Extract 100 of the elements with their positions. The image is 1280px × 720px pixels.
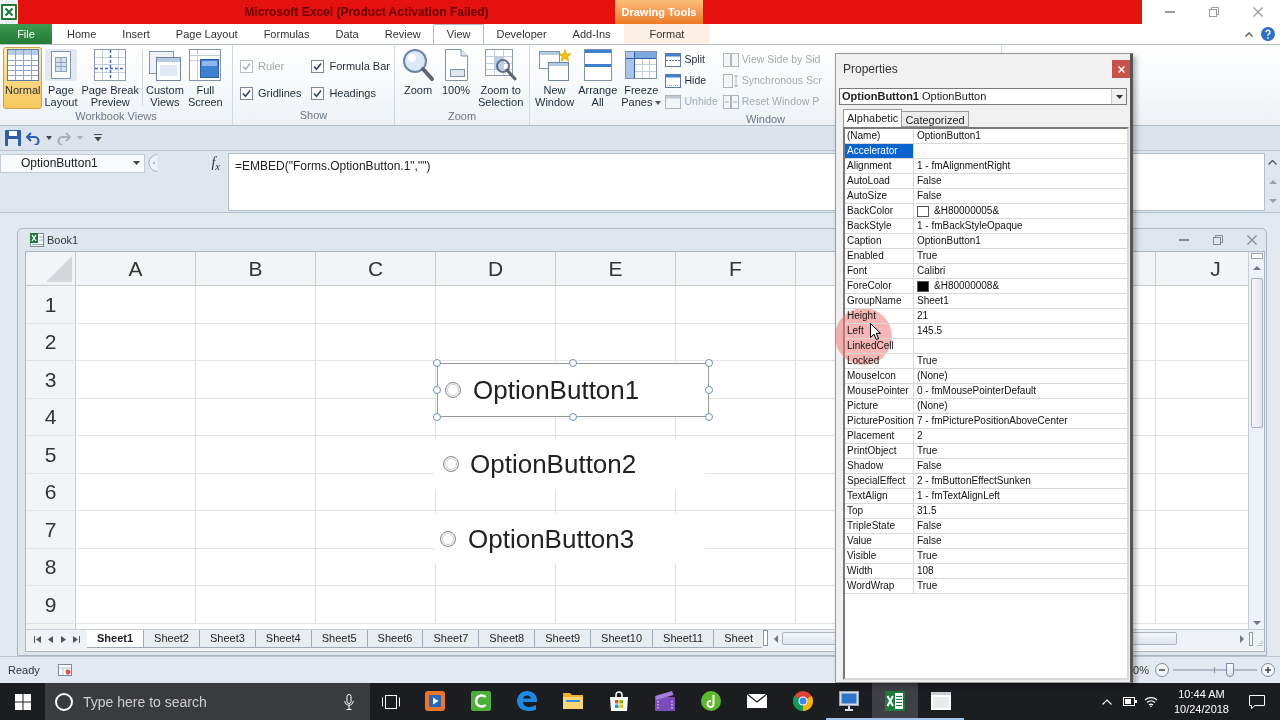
sheet-tab[interactable]: Sheet7 bbox=[422, 630, 480, 648]
scrollbar-thumb[interactable] bbox=[1250, 278, 1263, 428]
zoom-slider-track[interactable] bbox=[1173, 663, 1257, 677]
row-header[interactable]: 6 bbox=[26, 473, 76, 510]
sheet-tab[interactable]: Sheet1 bbox=[87, 630, 145, 648]
property-name[interactable]: AutoLoad bbox=[847, 174, 890, 188]
column-header[interactable]: D bbox=[436, 252, 556, 285]
scroll-left-arrow-icon[interactable] bbox=[774, 634, 778, 643]
property-name[interactable]: SpecialEffect bbox=[847, 474, 906, 488]
property-name[interactable]: TripleState bbox=[847, 519, 895, 533]
ribbon-button[interactable]: Page Layout bbox=[42, 47, 80, 109]
sheet-tab[interactable]: Sheet4 bbox=[254, 630, 312, 648]
resize-handle-icon[interactable] bbox=[433, 359, 441, 367]
ribbon-tab[interactable]: Formulas bbox=[250, 24, 323, 44]
column-header[interactable]: A bbox=[76, 252, 196, 285]
property-name[interactable]: (Name) bbox=[847, 129, 881, 143]
property-name[interactable]: MouseIcon bbox=[847, 369, 896, 383]
sheet-tab[interactable]: Sheet9 bbox=[534, 630, 592, 648]
column-header[interactable]: C bbox=[316, 252, 436, 285]
property-name[interactable]: Locked bbox=[847, 354, 880, 368]
ribbon-button[interactable]: Hide bbox=[665, 71, 718, 91]
property-value[interactable]: True bbox=[917, 249, 938, 263]
property-value[interactable]: 21 bbox=[917, 309, 929, 323]
property-name[interactable]: ForeColor bbox=[847, 279, 892, 293]
ribbon-tab[interactable]: Developer bbox=[483, 24, 560, 44]
property-name[interactable]: MousePointer bbox=[847, 384, 909, 398]
ribbon-button[interactable]: Split bbox=[665, 50, 718, 70]
sheet-tab[interactable]: Sheet3 bbox=[198, 630, 256, 648]
property-value[interactable]: False bbox=[917, 174, 942, 188]
property-value[interactable]: OptionButton1 bbox=[917, 234, 981, 248]
vertical-scrollbar[interactable] bbox=[1248, 252, 1264, 629]
property-value[interactable]: OptionButton1 bbox=[917, 129, 981, 143]
zoom-in-icon[interactable] bbox=[1261, 663, 1275, 677]
previous-arrow-icon[interactable] bbox=[46, 635, 54, 643]
ribbon-tab[interactable]: Format bbox=[623, 24, 711, 44]
property-value[interactable]: 145.5 bbox=[917, 324, 943, 338]
sheet-tab[interactable]: Sheet2 bbox=[143, 630, 200, 648]
ribbon-button[interactable]: Custom Views bbox=[143, 47, 186, 109]
sheet-tab[interactable]: Sheet8 bbox=[478, 630, 536, 648]
resize-grip-icon[interactable] bbox=[1249, 632, 1263, 646]
column-header[interactable]: F bbox=[676, 252, 796, 285]
first-arrow-icon[interactable] bbox=[33, 635, 41, 643]
ribbon-button[interactable]: 100% bbox=[438, 47, 474, 109]
property-name[interactable]: TextAlign bbox=[847, 489, 888, 503]
split-box-icon[interactable] bbox=[1250, 253, 1263, 259]
search-field[interactable]: Type here to search bbox=[83, 690, 313, 713]
microphone-icon[interactable] bbox=[344, 693, 354, 710]
sheet-tab[interactable]: Sheet6 bbox=[366, 630, 424, 648]
property-value[interactable]: False bbox=[917, 519, 942, 533]
checkbox-option[interactable]: Gridlines bbox=[240, 83, 302, 103]
property-name[interactable]: Enabled bbox=[847, 249, 884, 263]
property-name[interactable]: BackStyle bbox=[847, 219, 892, 233]
insert-function-button[interactable]: f$_{x}$ bbox=[211, 156, 220, 170]
panel-tab[interactable]: Alphabetic bbox=[843, 109, 903, 127]
scroll-down-arrow-icon[interactable] bbox=[1252, 621, 1261, 625]
property-value[interactable]: 7 - fmPicturePositionAboveCenter bbox=[917, 414, 1068, 428]
property-name[interactable]: Height bbox=[847, 309, 876, 323]
property-name[interactable]: Top bbox=[847, 504, 864, 518]
property-value[interactable]: (None) bbox=[917, 369, 948, 383]
property-value[interactable]: 2 - fmButtonEffectSunken bbox=[917, 474, 1031, 488]
property-value[interactable]: 2 bbox=[917, 429, 923, 443]
ribbon-button[interactable]: Normal bbox=[3, 47, 43, 109]
last-arrow-icon[interactable] bbox=[72, 635, 80, 643]
ribbon-tab[interactable]: Page Layout bbox=[162, 24, 251, 44]
property-name[interactable]: PrintObject bbox=[847, 444, 897, 458]
splitter-grip-icon[interactable] bbox=[148, 154, 158, 172]
property-value[interactable]: 31.5 bbox=[917, 504, 937, 518]
column-header[interactable]: E bbox=[556, 252, 676, 285]
resize-handle-icon[interactable] bbox=[705, 413, 713, 421]
property-name[interactable]: Left bbox=[847, 324, 864, 338]
resize-handle-icon[interactable] bbox=[433, 413, 441, 421]
row-header[interactable]: 8 bbox=[26, 548, 76, 585]
record-macro-icon[interactable] bbox=[57, 664, 72, 676]
ribbon-tab[interactable]: Review bbox=[371, 24, 434, 44]
property-value[interactable]: 0 - fmMousePointerDefault bbox=[917, 384, 1036, 398]
clock-date[interactable]: 10/24/2018 bbox=[1173, 701, 1229, 717]
taskbar-app-button[interactable] bbox=[872, 683, 918, 720]
slider-thumb[interactable] bbox=[1226, 663, 1235, 677]
wifi-icon[interactable] bbox=[1143, 696, 1158, 707]
ribbon-tab[interactable]: View bbox=[432, 24, 485, 44]
ribbon-button[interactable]: Zoom to Selection bbox=[476, 47, 526, 109]
ribbon-tab[interactable]: Add-Ins bbox=[559, 24, 624, 44]
battery-icon[interactable] bbox=[1122, 697, 1137, 706]
property-value[interactable]: False bbox=[917, 459, 942, 473]
clock-time[interactable]: 10:44 AM bbox=[1178, 686, 1225, 702]
spreadsheet-logo-icon[interactable] bbox=[1, 4, 17, 20]
column-header[interactable]: B bbox=[196, 252, 316, 285]
ribbon-tab[interactable]: Insert bbox=[109, 24, 163, 44]
property-name[interactable]: LinkedCell bbox=[847, 339, 894, 353]
sheet-tab[interactable]: Sheet5 bbox=[310, 630, 368, 648]
resize-handle-icon[interactable] bbox=[433, 386, 441, 394]
close-button[interactable] bbox=[1112, 60, 1130, 78]
property-name[interactable]: WordWrap bbox=[847, 579, 895, 593]
property-name[interactable]: Picture bbox=[847, 399, 879, 413]
caret-down-icon[interactable] bbox=[1115, 94, 1123, 99]
option-button[interactable]: OptionButton3 bbox=[435, 514, 705, 564]
property-name[interactable]: Font bbox=[847, 264, 867, 278]
resize-handle-icon[interactable] bbox=[569, 413, 577, 421]
ribbon-tab[interactable]: Home bbox=[54, 24, 110, 44]
panel-tab[interactable]: Categorized bbox=[902, 111, 969, 127]
